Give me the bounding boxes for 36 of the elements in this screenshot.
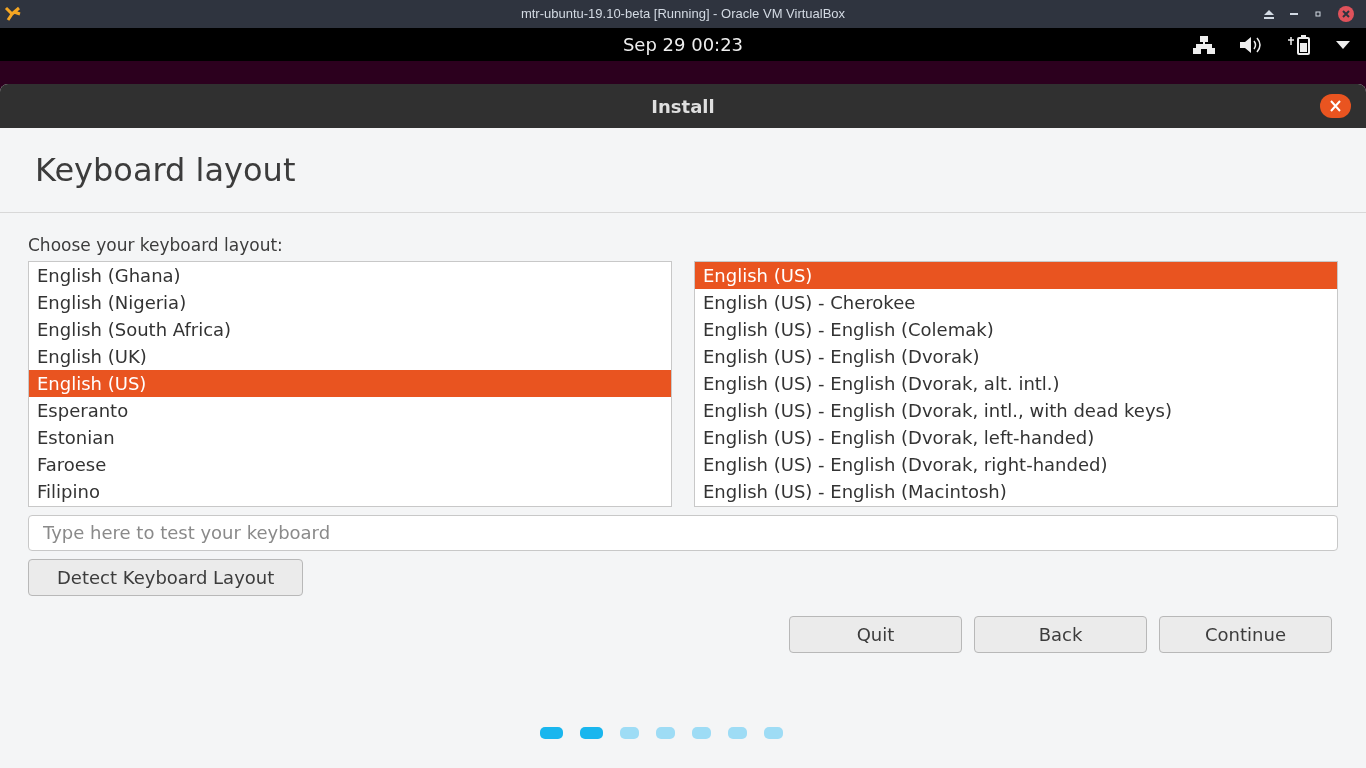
- clock[interactable]: Sep 29 00:23: [622, 31, 744, 58]
- volume-icon[interactable]: [1240, 35, 1264, 54]
- nav-button[interactable]: Continue: [1159, 615, 1332, 653]
- nav-button[interactable]: Quit: [789, 615, 962, 653]
- list-item[interactable]: Filipino: [29, 477, 671, 505]
- input-field[interactable]: Type here to test your keyboard: [28, 514, 1338, 551]
- list-item[interactable]: English (UK): [29, 342, 671, 370]
- list-item[interactable]: Esperanto: [29, 396, 671, 424]
- list-item[interactable]: English (US) - English (Colemak): [695, 315, 1337, 343]
- list-item[interactable]: English (US): [29, 369, 671, 397]
- close-icon[interactable]: [1320, 94, 1351, 118]
- nav-button[interactable]: Back: [974, 615, 1147, 653]
- detect-button[interactable]: Detect Keyboard Layout: [28, 558, 304, 596]
- network-icon[interactable]: [1192, 35, 1216, 54]
- list-item[interactable]: English (US) - English (Macintosh): [695, 477, 1337, 505]
- list-item[interactable]: Estonian: [29, 423, 671, 451]
- app-icon: [4, 5, 22, 23]
- window-title: mtr-ubuntu-19.10-beta [Running] - Oracle VM VirtualBox: [520, 5, 846, 24]
- list-item[interactable]: English (US) - English (Dvorak, alt. intl.): [695, 369, 1337, 397]
- list-item[interactable]: Faroese: [29, 450, 671, 478]
- battery-icon[interactable]: [1288, 34, 1312, 55]
- list-item[interactable]: English (US) - Cherokee: [695, 288, 1337, 316]
- caret-icon[interactable]: [1336, 40, 1350, 49]
- list-item[interactable]: English (US) - English (Dvorak, left-handed): [695, 423, 1337, 451]
- list-item[interactable]: English (US) - English (Dvorak): [695, 342, 1337, 370]
- list-item[interactable]: English (US): [695, 261, 1337, 289]
- eject-icon[interactable]: [1264, 9, 1274, 19]
- page-heading: Keyboard layout: [35, 150, 296, 191]
- list-item[interactable]: English (Nigeria): [29, 288, 671, 316]
- list-item[interactable]: English (Ghana): [29, 261, 671, 289]
- window-title: Install: [651, 94, 715, 119]
- list-item[interactable]: English (South Africa): [29, 315, 671, 343]
- restore-icon[interactable]: [1314, 10, 1322, 18]
- prompt-label: Choose your keyboard layout:: [28, 234, 283, 257]
- list-item[interactable]: English (US) - English (Dvorak, right-handed): [695, 450, 1337, 478]
- list-item[interactable]: English (US) - English (Dvorak, intl., with dead keys): [695, 396, 1337, 424]
